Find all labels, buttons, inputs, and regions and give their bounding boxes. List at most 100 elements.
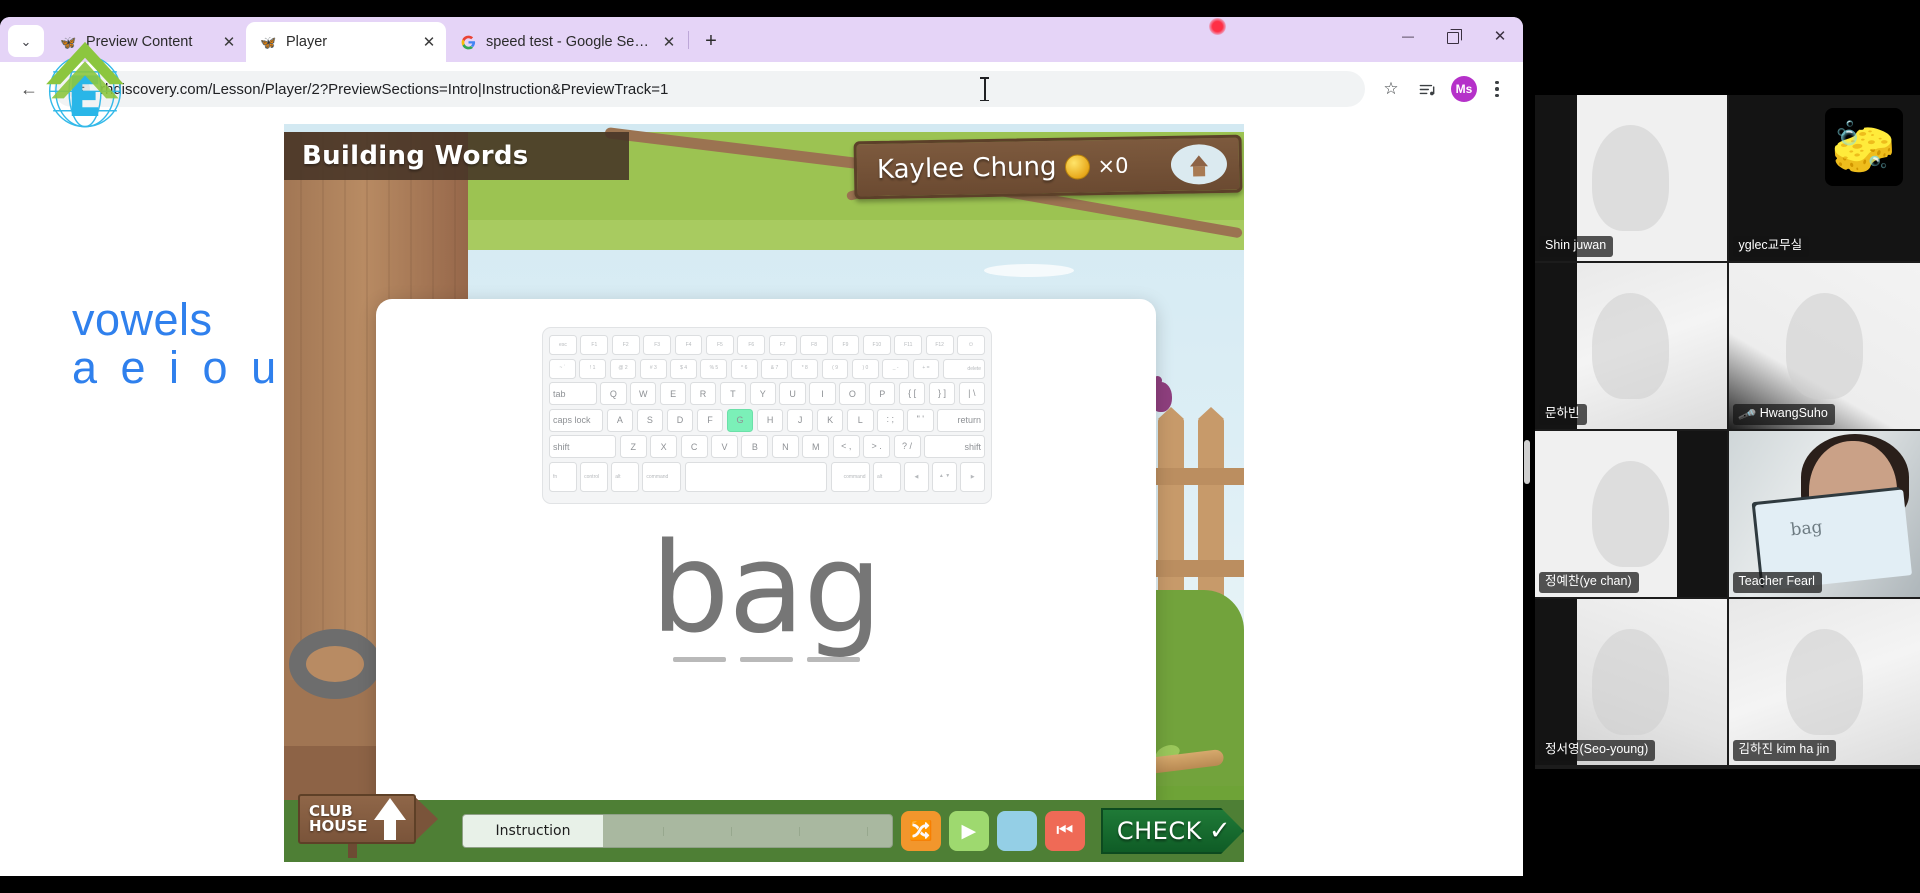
- key-fn[interactable]: fn: [549, 461, 577, 492]
- address-bar[interactable]: rhdiscovery.com/Lesson/Player/2?PreviewS…: [54, 71, 1365, 107]
- key-arrow-left[interactable]: ◀: [904, 461, 929, 492]
- key-3[interactable]: # 3: [639, 358, 667, 379]
- key-equals[interactable]: + =: [912, 358, 940, 379]
- rewind-button[interactable]: ⏮: [1044, 811, 1085, 851]
- key-power[interactable]: ⏻: [957, 335, 985, 355]
- key-f11[interactable]: F11: [894, 335, 923, 355]
- key-k[interactable]: K: [816, 408, 844, 432]
- tab-close-icon[interactable]: ✕: [218, 31, 240, 53]
- key-w[interactable]: W: [630, 382, 657, 405]
- key-f9[interactable]: F9: [831, 335, 860, 355]
- key-f4[interactable]: F4: [674, 335, 703, 355]
- key-shift-right[interactable]: shift: [924, 435, 986, 458]
- key-backslash[interactable]: | \: [958, 382, 986, 405]
- key-bracket-right[interactable]: } ]: [928, 382, 956, 405]
- key-r[interactable]: R: [689, 382, 717, 405]
- letter-blanks[interactable]: [376, 657, 1156, 662]
- participant-tile[interactable]: 🧽 yglec교무실: [1728, 95, 1920, 261]
- panel-resize-grip[interactable]: [1524, 440, 1530, 484]
- key-h[interactable]: H: [756, 408, 784, 432]
- key-f7[interactable]: F7: [768, 335, 797, 355]
- key-alt-left[interactable]: alt: [611, 461, 639, 492]
- key-e[interactable]: E: [659, 382, 687, 405]
- key-c[interactable]: C: [680, 435, 708, 458]
- key-i[interactable]: I: [809, 382, 836, 405]
- key-y[interactable]: Y: [749, 382, 776, 405]
- key-m[interactable]: M: [802, 435, 830, 458]
- participant-tile[interactable]: 정서영(Seo-young): [1535, 599, 1727, 765]
- key-f2[interactable]: F2: [611, 335, 640, 355]
- lesson-progress-bar[interactable]: Instruction: [462, 814, 893, 848]
- key-a[interactable]: A: [606, 408, 634, 432]
- key-delete[interactable]: delete: [942, 358, 986, 379]
- key-o[interactable]: O: [839, 382, 866, 405]
- key-alt-right[interactable]: alt: [873, 461, 901, 492]
- key-x[interactable]: X: [650, 435, 678, 458]
- participant-tile[interactable]: 정예찬(ye chan): [1535, 431, 1727, 597]
- key-caps-lock[interactable]: caps lock: [549, 408, 604, 432]
- key-z[interactable]: Z: [619, 435, 647, 458]
- key-period[interactable]: > .: [863, 435, 891, 458]
- tab-speed-test[interactable]: speed test - Google Search ✕: [446, 22, 686, 62]
- pause-button[interactable]: [996, 811, 1037, 851]
- key-command-right[interactable]: command: [830, 461, 870, 492]
- letter-blank[interactable]: [672, 657, 726, 662]
- kebab-menu-icon[interactable]: [1483, 80, 1511, 98]
- onscreen-keyboard[interactable]: esc F1 F2 F3 F4 F5 F6 F7 F8 F9 F10 F11 F…: [542, 327, 992, 504]
- play-button[interactable]: ▶: [948, 811, 989, 851]
- key-l[interactable]: L: [846, 408, 874, 432]
- check-button[interactable]: CHECK ✓: [1100, 808, 1244, 854]
- key-p[interactable]: P: [869, 382, 896, 405]
- key-b[interactable]: B: [741, 435, 769, 458]
- key-u[interactable]: U: [779, 382, 806, 405]
- participant-tile-active-speaker[interactable]: bag Teacher Fearl: [1728, 431, 1920, 597]
- key-bracket-left[interactable]: { [: [898, 382, 926, 405]
- key-g-highlighted[interactable]: G: [726, 408, 754, 432]
- key-esc[interactable]: esc: [549, 335, 577, 355]
- key-v[interactable]: V: [711, 435, 738, 458]
- key-command-left[interactable]: command: [642, 461, 682, 492]
- bookmark-star-icon[interactable]: ☆: [1373, 71, 1409, 107]
- participant-tile[interactable]: 문하빈: [1535, 263, 1727, 429]
- key-arrow-updown[interactable]: ▲ ▼: [932, 461, 957, 492]
- key-control[interactable]: control: [580, 461, 608, 492]
- key-j[interactable]: J: [786, 408, 814, 432]
- media-playlist-icon[interactable]: [1409, 71, 1445, 107]
- key-quote[interactable]: " ': [907, 408, 934, 432]
- key-tab[interactable]: tab: [549, 382, 597, 405]
- tab-close-icon[interactable]: ✕: [658, 31, 680, 53]
- key-backtick[interactable]: ~ `: [549, 358, 576, 379]
- shuffle-button[interactable]: 🔀: [900, 811, 941, 851]
- key-s[interactable]: S: [636, 408, 664, 432]
- key-t[interactable]: T: [719, 382, 747, 405]
- key-6[interactable]: ^ 6: [730, 358, 758, 379]
- key-slash[interactable]: ? /: [893, 435, 921, 458]
- key-f10[interactable]: F10: [862, 335, 891, 355]
- key-4[interactable]: $ 4: [670, 358, 697, 379]
- letter-blank[interactable]: [739, 657, 793, 662]
- minimize-button[interactable]: [1385, 17, 1431, 55]
- key-7[interactable]: & 7: [761, 358, 788, 379]
- letter-blank[interactable]: [806, 657, 860, 662]
- key-f[interactable]: F: [696, 408, 724, 432]
- key-q[interactable]: Q: [600, 382, 627, 405]
- key-f6[interactable]: F6: [737, 335, 766, 355]
- tab-close-icon[interactable]: ✕: [418, 31, 440, 53]
- key-semicolon[interactable]: : ;: [877, 408, 904, 432]
- key-f3[interactable]: F3: [643, 335, 672, 355]
- key-f8[interactable]: F8: [800, 335, 829, 355]
- avatar[interactable]: Ms: [1451, 76, 1477, 102]
- key-8[interactable]: * 8: [791, 358, 819, 379]
- tab-player[interactable]: 🦋 Player ✕: [246, 22, 446, 62]
- key-arrow-right[interactable]: ▶: [960, 461, 986, 492]
- key-5[interactable]: % 5: [700, 358, 728, 379]
- key-shift-left[interactable]: shift: [549, 435, 617, 458]
- key-f12[interactable]: F12: [925, 335, 954, 355]
- key-2[interactable]: @ 2: [609, 358, 637, 379]
- close-window-button[interactable]: [1477, 17, 1523, 55]
- key-9[interactable]: ( 9: [821, 358, 849, 379]
- key-f5[interactable]: F5: [705, 335, 734, 355]
- key-1[interactable]: ! 1: [579, 358, 607, 379]
- participant-tile[interactable]: 🎤 HwangSuho: [1728, 263, 1920, 429]
- key-0[interactable]: ) 0: [851, 358, 879, 379]
